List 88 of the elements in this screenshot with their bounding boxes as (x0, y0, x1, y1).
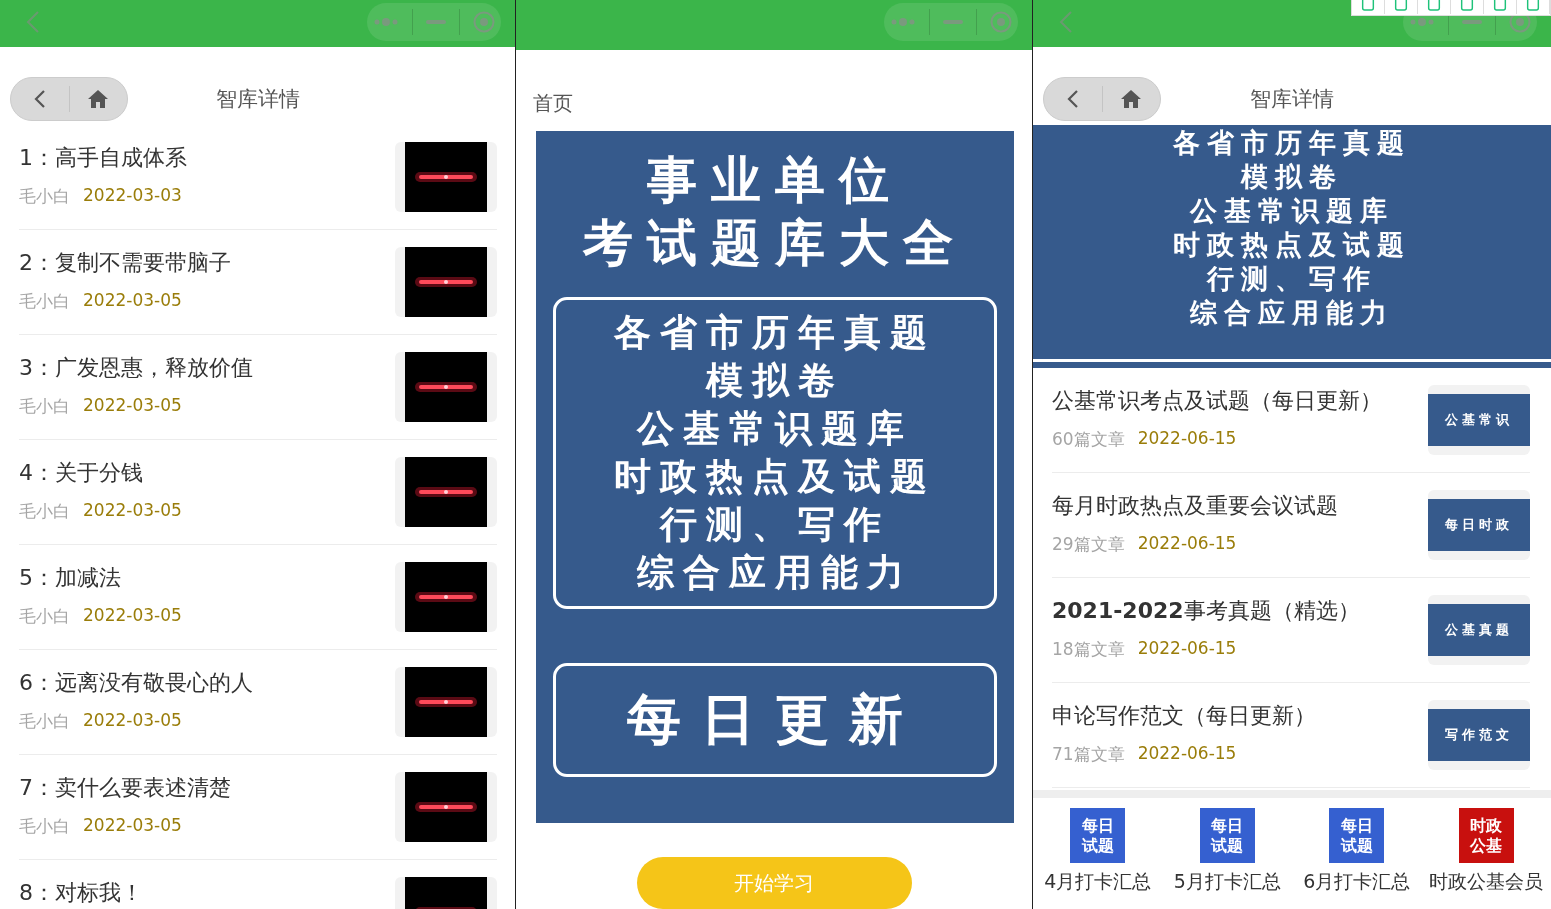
date: 2022-03-03 (83, 185, 182, 207)
column-item[interactable]: 申论写作范文（每日更新） 71篇文章 2022-06-15 写作范文 (1052, 683, 1530, 788)
article-count: 60篇文章 (1052, 428, 1125, 451)
date: 2022-03-05 (83, 815, 182, 837)
shortcut-label[interactable]: 6月打卡汇总 (1303, 869, 1411, 895)
banner-headline: 考试题库大全 (583, 213, 967, 274)
article-item[interactable]: 6：远离没有敬畏心的人 毛小白 2022-03-05 (19, 650, 497, 755)
article-item[interactable]: 3：广发恩惠，释放价值 毛小白 2022-03-05 (19, 335, 497, 440)
date: 2022-03-05 (83, 395, 182, 417)
banner-topic: 公基常识题库 (637, 406, 913, 452)
shortcut-icon[interactable]: 每日 试题 (1329, 808, 1385, 863)
column-cover: 每日时政 (1428, 499, 1530, 551)
date: 2022-03-05 (83, 605, 182, 627)
page-title: 智库详情 (215, 86, 300, 113)
column-cover: 公基真题 (1428, 604, 1530, 656)
banner-topic: 综合应用能力 (637, 550, 913, 596)
banner-headline: 事业单位 (646, 150, 904, 211)
author: 毛小白 (19, 710, 70, 733)
column-title: 2021-2022事考真题（精选） (1052, 598, 1361, 624)
back-icon[interactable] (33, 89, 46, 109)
article-item[interactable]: 1：高手自成体系 毛小白 2022-03-03 (19, 125, 497, 230)
banner-topic: 各省市历年真题 (614, 310, 936, 356)
date: 2022-06-15 (1137, 533, 1237, 555)
date: 2022-03-05 (83, 290, 182, 312)
banner-tagline: 每日更新 (553, 663, 997, 777)
author: 毛小白 (19, 185, 70, 208)
column-item[interactable]: 每月时政热点及重要会议试题 29篇文章 2022-06-15 每日时政 (1052, 473, 1530, 578)
page-title: 智库详情 (1250, 86, 1334, 113)
article-item[interactable]: 2：复制不需要带脑子 毛小白 2022-03-05 (19, 230, 497, 335)
minimize-icon[interactable] (943, 20, 963, 24)
banner-line: 各省市历年真题 (1173, 126, 1411, 160)
close-icon[interactable] (472, 11, 495, 33)
banner-line: 综合应用能力 (1189, 296, 1395, 330)
article-count: 71篇文章 (1052, 743, 1125, 766)
minimize-icon[interactable] (1462, 20, 1482, 24)
banner-topic: 模拟卷 (706, 358, 844, 404)
article-count: 29篇文章 (1052, 533, 1125, 556)
author: 毛小白 (19, 815, 70, 838)
article-item[interactable]: 5：加减法 毛小白 2022-03-05 (19, 545, 497, 650)
author: 毛小白 (19, 605, 70, 628)
author: 毛小白 (19, 290, 70, 313)
column-cover: 公基常识 (1428, 394, 1530, 446)
banner-line: 公基常识题库 (1188, 194, 1395, 228)
date: 2022-06-15 (1137, 638, 1237, 660)
article-title: 2：复制不需要带脑子 (19, 250, 232, 276)
banner-line: 模拟卷 (1239, 160, 1344, 194)
article-item[interactable]: 4：关于分钱 毛小白 2022-03-05 (19, 440, 497, 545)
column-title: 申论写作范文（每日更新） (1052, 703, 1317, 729)
shortcut-label[interactable]: 时政公基会员 (1429, 869, 1544, 895)
shortcut-icon[interactable]: 每日 试题 (1199, 808, 1255, 863)
article-count: 18篇文章 (1052, 638, 1125, 661)
home-icon[interactable] (87, 89, 110, 109)
article-title: 5：加减法 (19, 565, 122, 591)
column-title: 公基常识考点及试题（每日更新） (1052, 388, 1383, 414)
article-item[interactable]: 8：对标我！ (19, 860, 497, 909)
shortcut-icon[interactable]: 每日 试题 (1070, 808, 1126, 863)
home-icon[interactable] (1120, 89, 1143, 109)
author: 毛小白 (19, 500, 70, 523)
date: 2022-06-15 (1137, 428, 1237, 450)
minimize-icon[interactable] (426, 20, 446, 24)
column-item[interactable]: 2021-2022事考真题（精选） 18篇文章 2022-06-15 公基真题 (1052, 578, 1530, 683)
date: 2022-03-05 (83, 500, 182, 522)
article-title: 3：广发恩惠，释放价值 (19, 355, 254, 381)
close-icon[interactable] (989, 11, 1012, 33)
column-cover: 写作范文 (1428, 709, 1530, 761)
back-icon[interactable] (1066, 89, 1079, 109)
page-title: 首页 (533, 90, 574, 117)
column-title: 每月时政热点及重要会议试题 (1052, 493, 1339, 519)
banner-line: 时政热点及试题 (1173, 228, 1411, 262)
banner-topic: 行测、写作 (660, 502, 890, 548)
column-item[interactable]: 公基常识考点及试题（每日更新） 60篇文章 2022-06-15 公基常识 (1052, 368, 1530, 473)
date: 2022-03-05 (83, 710, 182, 732)
more-icon[interactable] (890, 17, 917, 27)
more-icon[interactable] (1409, 17, 1436, 27)
shortcut-label[interactable]: 4月打卡汇总 (1044, 869, 1152, 895)
banner-line: 行测、写作 (1205, 262, 1378, 296)
author: 毛小白 (19, 395, 70, 418)
shortcut-label[interactable]: 5月打卡汇总 (1173, 869, 1281, 895)
more-icon[interactable] (373, 17, 400, 27)
article-title: 7：卖什么要表述清楚 (19, 775, 232, 801)
article-title: 8：对标我！ (19, 880, 144, 906)
date: 2022-06-15 (1137, 743, 1237, 765)
article-item[interactable]: 7：卖什么要表述清楚 毛小白 2022-03-05 (19, 755, 497, 860)
article-title: 6：远离没有敬畏心的人 (19, 670, 254, 696)
article-title: 1：高手自成体系 (19, 145, 188, 171)
shortcut-icon[interactable]: 时政 公基 (1458, 808, 1514, 863)
banner-topic: 时政热点及试题 (614, 454, 936, 500)
article-title: 4：关于分钱 (19, 460, 144, 486)
